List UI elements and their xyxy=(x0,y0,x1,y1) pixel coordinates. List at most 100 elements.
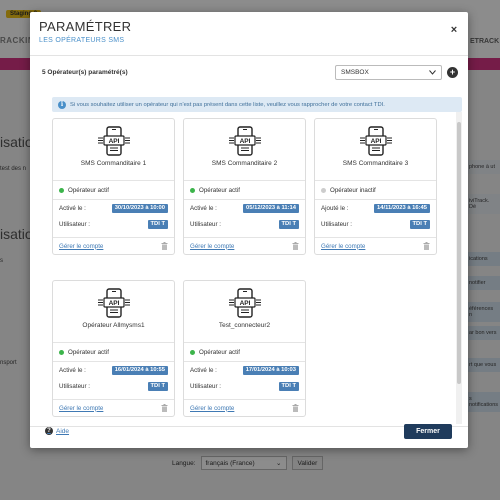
user-label: Utilisateur : xyxy=(59,220,90,228)
trash-icon[interactable] xyxy=(161,242,168,250)
svg-text:API: API xyxy=(370,138,381,145)
manage-account-link[interactable]: Gérer le compte xyxy=(190,405,234,412)
card-user-row: Utilisateur : TDI T xyxy=(53,216,174,232)
card-header: API Test_connecteur2 xyxy=(184,281,305,343)
modal-footer xyxy=(30,426,468,448)
cards-scrollbar[interactable] xyxy=(456,112,462,424)
date-badge: 30/10/2023 à 10:00 xyxy=(111,203,168,213)
card-name: SMS Commanditaire 2 xyxy=(211,160,278,167)
date-label: Activé le : xyxy=(59,204,86,212)
card-footer: Gérer le compte xyxy=(184,399,305,416)
status-text: Opérateur actif xyxy=(199,186,240,194)
operator-card-4: API Opérateur Allmysms1 Opérateur actif … xyxy=(52,280,175,417)
user-badge: TDI T xyxy=(409,219,430,229)
modal-subtitle: LES OPÉRATEURS SMS xyxy=(39,37,125,44)
operator-cards: API SMS Commanditaire 1 Opérateur actif … xyxy=(52,118,456,424)
card-status: Opérateur inactif xyxy=(315,181,436,200)
user-label: Utilisateur : xyxy=(190,220,221,228)
card-status: Opérateur actif xyxy=(53,181,174,200)
user-badge: TDI T xyxy=(278,219,299,229)
api-phone-icon: API xyxy=(228,288,261,318)
trash-icon[interactable] xyxy=(423,242,430,250)
svg-text:API: API xyxy=(108,138,119,145)
user-badge: TDI T xyxy=(147,219,168,229)
date-label: Ajouté le : xyxy=(321,204,349,212)
svg-text:API: API xyxy=(108,300,119,307)
user-badge: TDI T xyxy=(278,381,299,391)
status-dot-icon xyxy=(190,187,195,193)
status-dot-icon xyxy=(59,349,64,355)
status-text: Opérateur inactif xyxy=(330,186,376,194)
manage-account-link[interactable]: Gérer le compte xyxy=(190,243,234,250)
add-operator-button[interactable]: + xyxy=(447,67,458,78)
card-name: SMS Commanditaire 1 xyxy=(80,160,147,167)
card-user-row: Utilisateur : TDI T xyxy=(315,216,436,232)
date-badge: 05/12/2023 à 11:14 xyxy=(243,203,299,213)
user-badge: TDI T xyxy=(147,381,168,391)
card-status: Opérateur actif xyxy=(184,343,305,362)
status-text: Opérateur actif xyxy=(68,348,109,356)
card-status: Opérateur actif xyxy=(53,343,174,362)
card-name: SMS Commanditaire 3 xyxy=(342,160,409,167)
operator-card-1: API SMS Commanditaire 1 Opérateur actif … xyxy=(52,118,175,255)
card-footer: Gérer le compte xyxy=(53,237,174,254)
manage-account-link[interactable]: Gérer le compte xyxy=(321,243,365,250)
card-footer: Gérer le compte xyxy=(53,399,174,416)
chevron-down-icon xyxy=(429,70,436,75)
date-badge: 14/11/2023 à 16:45 xyxy=(374,203,430,213)
operator-select-value: SMSBOX xyxy=(341,69,369,76)
date-label: Activé le : xyxy=(190,204,217,212)
api-phone-icon: API xyxy=(359,126,392,156)
card-name: Test_connecteur2 xyxy=(218,322,271,329)
card-header: API SMS Commanditaire 3 xyxy=(315,119,436,181)
date-label: Activé le : xyxy=(59,366,86,374)
card-date-row: Activé le : 30/10/2023 à 10:00 xyxy=(53,200,174,216)
info-banner: i Si vous souhaitez utiliser un opérateu… xyxy=(52,97,462,112)
operator-card-3: API SMS Commanditaire 3 Opérateur inacti… xyxy=(314,118,437,255)
manage-account-link[interactable]: Gérer le compte xyxy=(59,405,103,412)
operator-card-2: API SMS Commanditaire 2 Opérateur actif … xyxy=(183,118,306,255)
card-name: Opérateur Allmysms1 xyxy=(82,322,145,329)
api-phone-icon: API xyxy=(97,126,130,156)
close-button[interactable]: Fermer xyxy=(404,424,452,439)
status-dot-icon xyxy=(321,187,326,193)
status-dot-icon xyxy=(59,187,64,193)
card-date-row: Activé le : 16/01/2024 à 10:55 xyxy=(53,362,174,378)
api-phone-icon: API xyxy=(228,126,261,156)
card-header: API SMS Commanditaire 1 xyxy=(53,119,174,181)
card-footer: Gérer le compte xyxy=(315,237,436,254)
scrollbar-thumb[interactable] xyxy=(457,122,461,384)
card-user-row: Utilisateur : TDI T xyxy=(184,216,305,232)
card-header: API SMS Commanditaire 2 xyxy=(184,119,305,181)
help-icon: ? xyxy=(45,427,53,435)
svg-text:API: API xyxy=(239,138,250,145)
close-icon[interactable]: × xyxy=(448,24,460,36)
card-status: Opérateur actif xyxy=(184,181,305,200)
info-text: Si vous souhaitez utiliser un opérateur … xyxy=(70,101,385,108)
operators-modal: PARAMÉTRER LES OPÉRATEURS SMS × 5 Opérat… xyxy=(30,12,468,448)
trash-icon[interactable] xyxy=(292,404,299,412)
user-label: Utilisateur : xyxy=(190,382,221,390)
status-text: Opérateur actif xyxy=(199,348,240,356)
card-date-row: Activé le : 17/01/2024 à 10:03 xyxy=(184,362,305,378)
operator-select[interactable]: SMSBOX xyxy=(335,65,442,80)
user-label: Utilisateur : xyxy=(321,220,352,228)
user-label: Utilisateur : xyxy=(59,382,90,390)
help-link[interactable]: ? Aide xyxy=(45,427,69,435)
date-badge: 17/01/2024 à 10:03 xyxy=(242,365,299,375)
trash-icon[interactable] xyxy=(292,242,299,250)
modal-header: PARAMÉTRER LES OPÉRATEURS SMS × xyxy=(30,12,468,56)
card-user-row: Utilisateur : TDI T xyxy=(184,378,305,394)
card-date-row: Ajouté le : 14/11/2023 à 16:45 xyxy=(315,200,436,216)
modal-title: PARAMÉTRER xyxy=(39,19,132,34)
card-header: API Opérateur Allmysms1 xyxy=(53,281,174,343)
status-dot-icon xyxy=(190,349,195,355)
manage-account-link[interactable]: Gérer le compte xyxy=(59,243,103,250)
date-label: Activé le : xyxy=(190,366,217,374)
help-label: Aide xyxy=(56,427,70,435)
trash-icon[interactable] xyxy=(161,404,168,412)
card-date-row: Activé le : 05/12/2023 à 11:14 xyxy=(184,200,305,216)
status-text: Opérateur actif xyxy=(68,186,109,194)
api-phone-icon: API xyxy=(97,288,130,318)
operator-count: 5 Opérateur(s) paramétré(s) xyxy=(42,69,128,76)
